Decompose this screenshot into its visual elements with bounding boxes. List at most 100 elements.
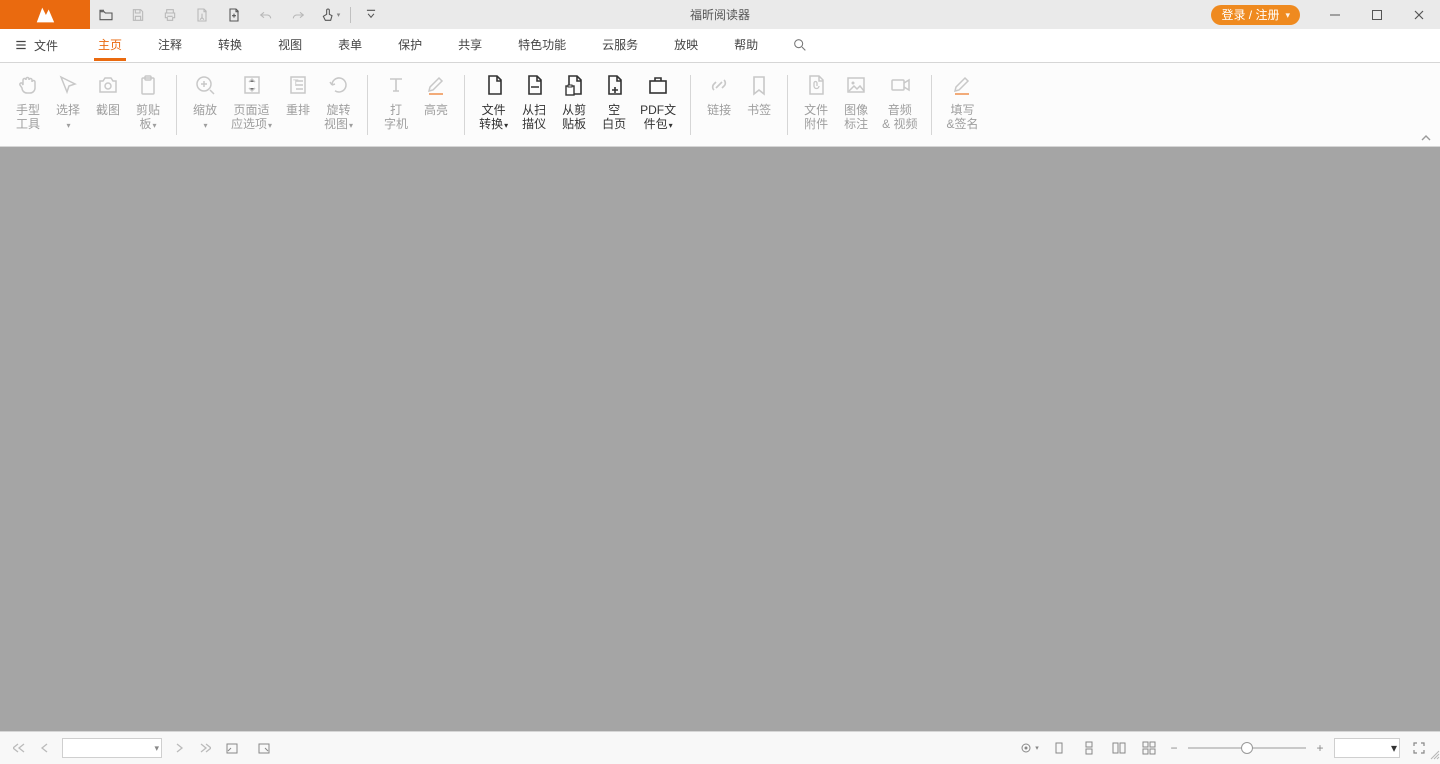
rotate-view-button[interactable]: 旋转视图▾ (318, 67, 359, 143)
qat-new-button[interactable] (218, 0, 250, 29)
qat-redo-button[interactable] (282, 0, 314, 29)
clipboard-icon (136, 73, 160, 97)
link-button[interactable]: 链接 (699, 67, 739, 143)
tab-form[interactable]: 表单 (334, 30, 366, 61)
chevron-down-icon: ▾ (154, 743, 159, 754)
tab-present[interactable]: 放映 (670, 30, 702, 61)
forward-view-button[interactable] (252, 737, 274, 759)
search-icon (792, 37, 808, 53)
continuous-page-button[interactable] (1078, 737, 1100, 759)
read-mode-button[interactable]: ▾ (1018, 737, 1040, 759)
highlight-button[interactable]: 高亮 (416, 67, 456, 143)
ribbon-separator (690, 75, 691, 135)
qat-print-alt-button[interactable] (186, 0, 218, 29)
foxit-logo-icon (34, 4, 56, 26)
close-button[interactable] (1398, 0, 1440, 29)
first-page-button[interactable] (10, 737, 28, 759)
image-annotation-button[interactable]: 图像标注 (836, 67, 876, 143)
login-label: 登录 / 注册 (1221, 5, 1279, 25)
next-page-button[interactable] (170, 737, 188, 759)
camera-icon (96, 73, 120, 97)
zoom-button[interactable]: 缩放▾ (185, 67, 225, 143)
qat-separator (350, 7, 351, 23)
hand-tool-button[interactable]: 手型工具 (8, 67, 48, 143)
typewriter-button[interactable]: 打字机 (376, 67, 416, 143)
prev-page-button[interactable] (36, 737, 54, 759)
facing-page-button[interactable] (1108, 737, 1130, 759)
bookmark-button[interactable]: 书签 (739, 67, 779, 143)
from-clipboard-button[interactable]: 从剪贴板 (554, 67, 594, 143)
zoom-out-button[interactable]: − (1168, 741, 1180, 755)
ribbon-separator (367, 75, 368, 135)
zoom-in-button[interactable]: + (1314, 741, 1326, 755)
title-bar: ▾ 福昕阅读器 登录 / 注册 ▾ (0, 0, 1440, 29)
collapse-ribbon-button[interactable] (1420, 132, 1432, 144)
reflow-button[interactable]: T 重排 (278, 67, 318, 143)
maximize-button[interactable] (1356, 0, 1398, 29)
file-convert-button[interactable]: 文件转换▾ (473, 67, 514, 143)
image-icon (844, 73, 868, 97)
hamburger-icon (14, 38, 28, 52)
ribbon-home: 手型工具 选择▾ 截图 剪贴板▾ 缩放▾ 页面适应选项▾ T 重排 旋转视图▾ … (0, 62, 1440, 147)
clipboard-button[interactable]: 剪贴板▾ (128, 67, 168, 143)
pdf-package-button[interactable]: PDF文件包▾ (634, 67, 682, 143)
chevron-up-icon (1420, 132, 1432, 144)
tab-help[interactable]: 帮助 (730, 30, 762, 61)
zoom-slider[interactable] (1188, 738, 1306, 758)
tab-cloud[interactable]: 云服务 (598, 30, 642, 61)
qat-print-button[interactable] (154, 0, 186, 29)
ribbon-separator (931, 75, 932, 135)
resize-grip[interactable] (1426, 746, 1440, 760)
tab-convert[interactable]: 转换 (214, 30, 246, 61)
file-menu-button[interactable]: 文件 (14, 29, 58, 61)
from-scanner-button[interactable]: 从扫描仪 (514, 67, 554, 143)
menu-tabs-bar: 文件 主页 注释 转换 视图 表单 保护 共享 特色功能 云服务 放映 帮助 (0, 29, 1440, 62)
window-title: 福昕阅读器 (690, 6, 750, 23)
login-register-button[interactable]: 登录 / 注册 ▾ (1211, 5, 1300, 25)
audio-video-button[interactable]: 音频& 视频 (876, 67, 923, 143)
tab-home[interactable]: 主页 (94, 30, 126, 61)
qat-save-button[interactable] (122, 0, 154, 29)
status-bar: ▾ ▾ − + ▾ (0, 731, 1440, 764)
continuous-facing-button[interactable] (1138, 737, 1160, 759)
tab-annot[interactable]: 注释 (154, 30, 186, 61)
fit-page-button[interactable]: 页面适应选项▾ (225, 67, 278, 143)
svg-text:T: T (293, 78, 299, 88)
sign-icon (950, 73, 974, 97)
status-right: ▾ − + ▾ (1018, 737, 1430, 759)
blank-page-button[interactable]: 空白页 (594, 67, 634, 143)
status-left: ▾ (10, 737, 274, 759)
zoom-input[interactable]: ▾ (1334, 738, 1400, 758)
file-attachment-button[interactable]: 文件附件 (796, 67, 836, 143)
last-page-button[interactable] (196, 737, 214, 759)
chevron-down-icon: ▾ (1285, 5, 1290, 25)
document-area (0, 147, 1440, 731)
briefcase-icon (646, 73, 670, 97)
minimize-button[interactable] (1314, 0, 1356, 29)
tab-protect[interactable]: 保护 (394, 30, 426, 61)
scanner-icon (522, 73, 546, 97)
zoom-icon (193, 73, 217, 97)
snapshot-button[interactable]: 截图 (88, 67, 128, 143)
highlight-icon (424, 73, 448, 97)
fill-sign-button[interactable]: 填写&签名 (940, 67, 984, 143)
qat-touch-button[interactable]: ▾ (314, 0, 346, 29)
bookmark-icon (747, 73, 771, 97)
qat-open-button[interactable] (90, 0, 122, 29)
back-view-button[interactable] (222, 737, 244, 759)
page-number-input[interactable]: ▾ (62, 738, 162, 758)
typewriter-icon (384, 73, 408, 97)
select-tool-button[interactable]: 选择▾ (48, 67, 88, 143)
tab-view[interactable]: 视图 (274, 30, 306, 61)
tabs-container: 主页 注释 转换 视图 表单 保护 共享 特色功能 云服务 放映 帮助 (80, 29, 776, 61)
titlebar-right: 登录 / 注册 ▾ (1211, 0, 1440, 29)
qat-customize-button[interactable] (355, 0, 387, 29)
single-page-button[interactable] (1048, 737, 1070, 759)
search-button[interactable] (792, 37, 808, 53)
tab-share[interactable]: 共享 (454, 30, 486, 61)
qat-undo-button[interactable] (250, 0, 282, 29)
tab-feature[interactable]: 特色功能 (514, 30, 570, 61)
app-logo[interactable] (0, 0, 90, 29)
link-icon (707, 73, 731, 97)
ribbon-separator (787, 75, 788, 135)
